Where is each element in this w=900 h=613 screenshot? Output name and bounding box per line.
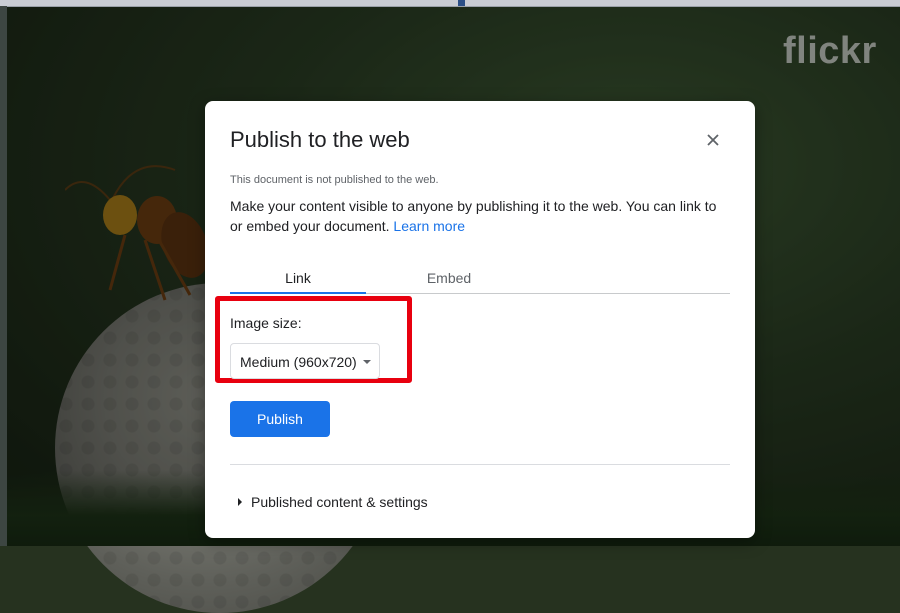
dialog-description: Make your content visible to anyone by p… [230,196,730,236]
publish-status: This document is not published to the we… [230,174,439,186]
dialog-title: Publish to the web [230,127,410,152]
chevron-down-icon [363,360,371,364]
top-ruler [0,0,900,7]
publish-button[interactable]: Publish [230,401,330,437]
description-text: Make your content visible to anyone by p… [230,198,717,234]
flickr-watermark: flickr [783,30,877,72]
published-settings-toggle[interactable]: Published content & settings [230,492,428,512]
expand-triangle-icon [238,498,242,506]
image-size-select[interactable]: Medium (960x720) [230,343,380,379]
image-size-label: Image size: [230,315,302,331]
image-size-value: Medium (960x720) [240,354,357,370]
left-ruler [0,6,7,546]
tab-bar: Link Embed [230,266,730,294]
tab-link[interactable]: Link [230,270,366,294]
ruler-handle[interactable] [458,0,465,6]
tab-embed[interactable]: Embed [366,270,532,293]
divider [230,464,730,465]
close-button[interactable] [702,129,724,151]
learn-more-link[interactable]: Learn more [393,218,465,234]
publish-dialog: Publish to the web This document is not … [205,101,755,538]
close-icon [707,134,719,146]
settings-label: Published content & settings [251,494,428,510]
